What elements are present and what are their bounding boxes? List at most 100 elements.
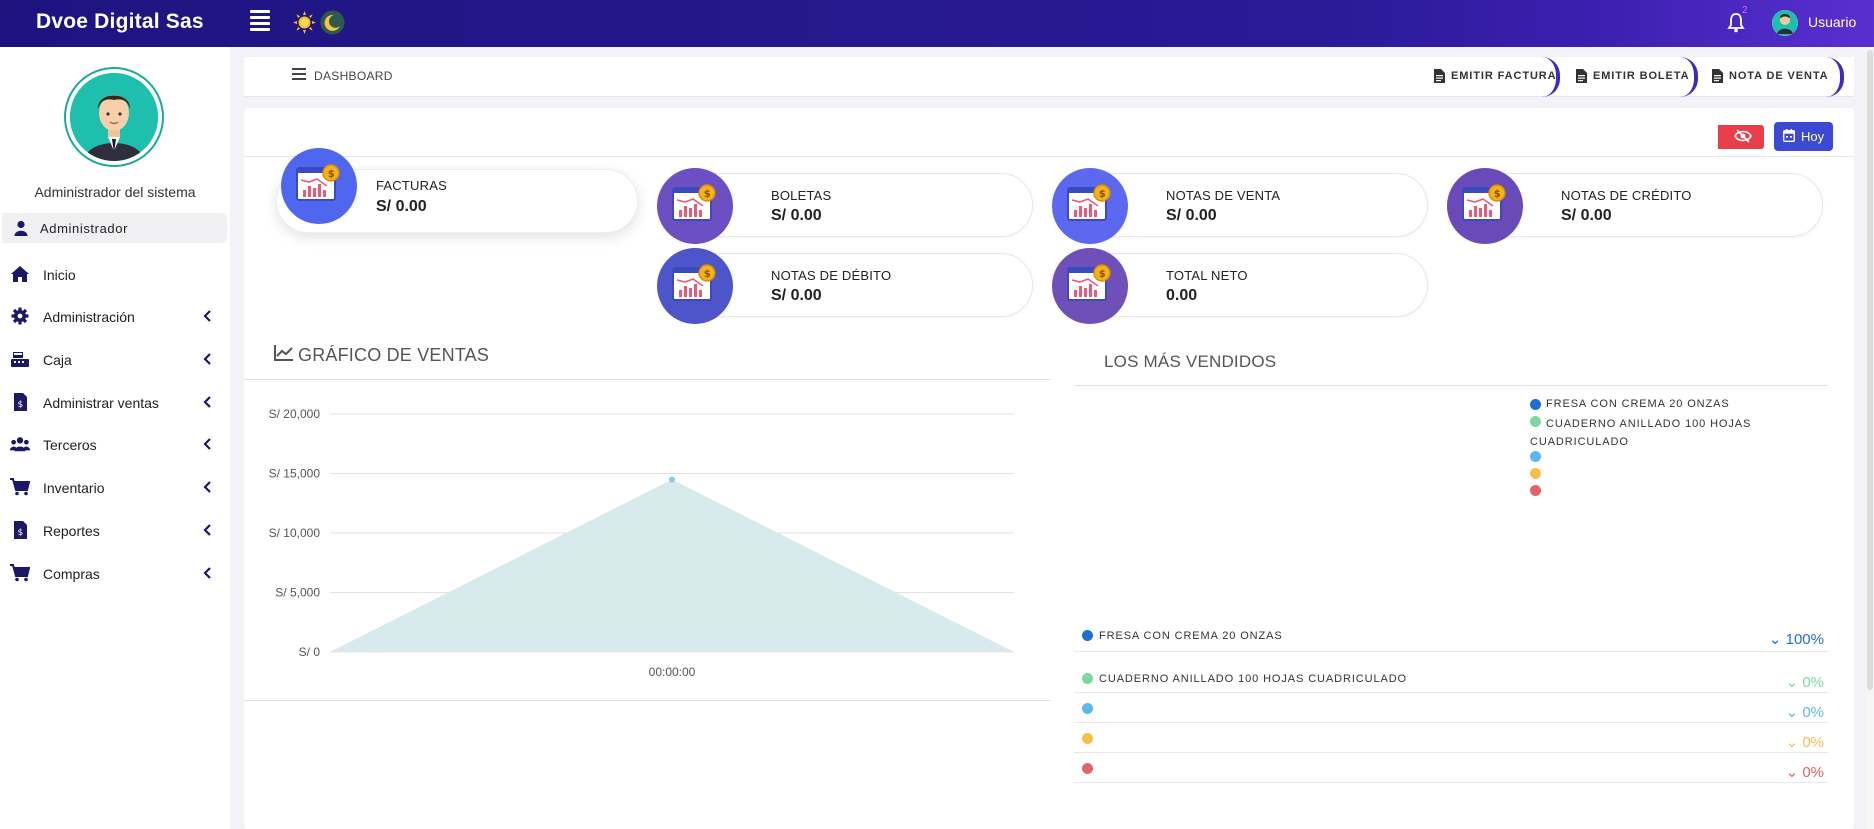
- stat-card-notas-de-venta[interactable]: $ NOTAS DE VENTA S/ 0.00: [1052, 168, 1428, 244]
- list-item[interactable]: ⌄ 0%: [1074, 723, 1828, 753]
- sales-area-chart[interactable]: S/ 0 S/ 5,000 S/ 10,000 S/ 15,000 S/ 20,000 0…: [244, 392, 1050, 692]
- document-icon: [1712, 69, 1723, 83]
- sidebar-item-label: Caja: [43, 352, 72, 368]
- svg-text:$: $: [18, 528, 24, 538]
- today-filter-button[interactable]: Hoy: [1774, 122, 1833, 151]
- document-icon: [1576, 69, 1587, 83]
- hamburger-menu-icon[interactable]: [250, 10, 270, 32]
- role-item[interactable]: Administrador: [2, 213, 227, 243]
- moon-icon[interactable]: [320, 10, 345, 35]
- chevron-left-icon: [203, 438, 211, 450]
- stat-card-total-neto[interactable]: $ TOTAL NETO 0.00: [1052, 248, 1428, 324]
- svg-text:$: $: [704, 269, 711, 280]
- document-icon: [1434, 69, 1445, 83]
- breadcrumb[interactable]: DASHBOARD: [314, 69, 393, 83]
- user-avatar[interactable]: [1772, 10, 1798, 36]
- sidebar-item-label: Administración: [43, 309, 135, 325]
- finance-chart-icon: $: [281, 148, 357, 224]
- sidebar-item-administrar-ventas[interactable]: $ Administrar ventas: [0, 385, 230, 421]
- x-tick-label: 00:00:00: [649, 665, 696, 679]
- stat-card-notas-de-debito[interactable]: $ NOTAS DE DÉBITO S/ 0.00: [657, 248, 1033, 324]
- y-tick-label: S/ 5,000: [275, 586, 320, 600]
- y-tick-label: S/ 0: [299, 645, 321, 659]
- top-navbar: Dvoe Digital Sas 2 Usuario: [0, 0, 1874, 47]
- svg-text:$: $: [1099, 189, 1106, 200]
- emitir-boleta-button[interactable]: EMITIR BOLETA: [1576, 57, 1698, 97]
- legend-item[interactable]: FRESA CON CREMA 20 ONZAS: [1546, 398, 1730, 410]
- legend-marker[interactable]: [1530, 451, 1541, 462]
- svg-text:$: $: [1494, 189, 1501, 200]
- finance-chart-icon: $: [1447, 168, 1523, 244]
- sidebar-item-reportes[interactable]: $ Reportes: [0, 513, 230, 549]
- sidebar-item-label: Inventario: [43, 480, 105, 496]
- sidebar-item-administracion[interactable]: Administración: [0, 299, 230, 335]
- sidebar-item-caja[interactable]: Caja: [0, 342, 230, 378]
- scrollbar-thumb[interactable]: [1867, 50, 1873, 690]
- breadcrumb-bar: DASHBOARD EMITIR FACTURA EMITIR BOLETA N…: [244, 57, 1854, 97]
- sidebar-item-label: Administrar ventas: [43, 395, 159, 411]
- chevron-left-icon: [203, 567, 211, 579]
- eye-slash-icon: [1734, 129, 1752, 143]
- y-tick-label: S/ 15,000: [269, 467, 321, 481]
- user-name[interactable]: Usuario: [1808, 14, 1856, 30]
- y-tick-label: S/ 20,000: [269, 407, 321, 421]
- emitir-factura-button[interactable]: EMITIR FACTURA: [1434, 57, 1560, 97]
- list-icon: [292, 68, 306, 80]
- brand-title[interactable]: Dvoe Digital Sas: [36, 10, 204, 34]
- toggle-visibility-button[interactable]: [1714, 125, 1764, 149]
- svg-text:$: $: [18, 400, 24, 410]
- chevron-left-icon: [203, 481, 211, 493]
- sidebar-item-label: Terceros: [43, 437, 97, 453]
- finance-chart-icon: $: [1052, 248, 1128, 324]
- finance-chart-icon: $: [657, 168, 733, 244]
- sidebar-item-inventario[interactable]: Inventario: [0, 470, 230, 506]
- legend-marker[interactable]: [1530, 468, 1541, 479]
- finance-chart-icon: $: [1052, 168, 1128, 244]
- legend-marker[interactable]: [1530, 485, 1541, 496]
- sidebar-item-label: Reportes: [43, 523, 100, 539]
- notification-badge: 2: [1742, 5, 1748, 16]
- sidebar-item-label: Inicio: [43, 267, 76, 283]
- svg-text:$: $: [704, 189, 711, 200]
- stat-card-facturas[interactable]: $ FACTURAS S/ 0.00: [276, 148, 638, 233]
- line-chart-icon: [274, 345, 293, 361]
- home-icon: [11, 266, 29, 282]
- y-tick-label: S/ 10,000: [269, 526, 321, 540]
- chevron-left-icon: [203, 310, 211, 322]
- chevron-left-icon: [203, 396, 211, 408]
- list-item[interactable]: FRESA CON CREMA 20 ONZAS ⌄ 100%: [1074, 622, 1828, 652]
- chevron-left-icon: [203, 353, 211, 365]
- list-item[interactable]: ⌄ 0%: [1074, 753, 1828, 783]
- top-sellers-title: LOS MÁS VENDIDOS: [1104, 352, 1277, 371]
- sidebar-item-label: Compras: [43, 566, 100, 582]
- profile-avatar: [64, 67, 164, 167]
- nota-de-venta-button[interactable]: NOTA DE VENTA: [1712, 57, 1844, 97]
- sidebar-item-terceros[interactable]: Terceros: [0, 427, 230, 463]
- list-item[interactable]: ⌄ 0%: [1074, 693, 1828, 723]
- cart-icon: [10, 478, 30, 496]
- data-point[interactable]: [669, 476, 675, 483]
- gear-icon: [11, 307, 29, 325]
- stat-card-boletas[interactable]: $ BOLETAS S/ 0.00: [657, 168, 1033, 244]
- list-item[interactable]: CUADERNO ANILLADO 100 HOJAS CUADRICULADO…: [1074, 663, 1828, 693]
- stat-card-notas-de-credito[interactable]: $ NOTAS DE CRÉDITO S/ 0.00: [1447, 168, 1823, 244]
- cash-register-icon: [11, 352, 29, 367]
- report-icon: $: [14, 521, 27, 539]
- sidebar-item-compras[interactable]: Compras: [0, 556, 230, 592]
- sidebar-item-inicio[interactable]: Inicio: [0, 257, 230, 293]
- calendar-icon: [1783, 129, 1795, 142]
- chevron-left-icon: [203, 524, 211, 536]
- users-icon: [10, 437, 30, 452]
- legend-marker: [1530, 399, 1541, 410]
- role-label: Administrador: [40, 221, 128, 236]
- profile-title: Administrador del sistema: [34, 184, 196, 200]
- svg-text:$: $: [1099, 269, 1106, 280]
- finance-chart-icon: $: [657, 248, 733, 324]
- cart-icon: [10, 564, 30, 582]
- sun-icon[interactable]: [292, 10, 317, 35]
- user-icon: [14, 220, 28, 236]
- legend-item[interactable]: CUADERNO ANILLADO 100 HOJAS CUADRICULADO: [1530, 415, 1770, 451]
- svg-text:$: $: [328, 169, 335, 180]
- sales-chart-title: GRÁFICO DE VENTAS: [298, 345, 490, 365]
- invoice-icon: $: [14, 393, 27, 411]
